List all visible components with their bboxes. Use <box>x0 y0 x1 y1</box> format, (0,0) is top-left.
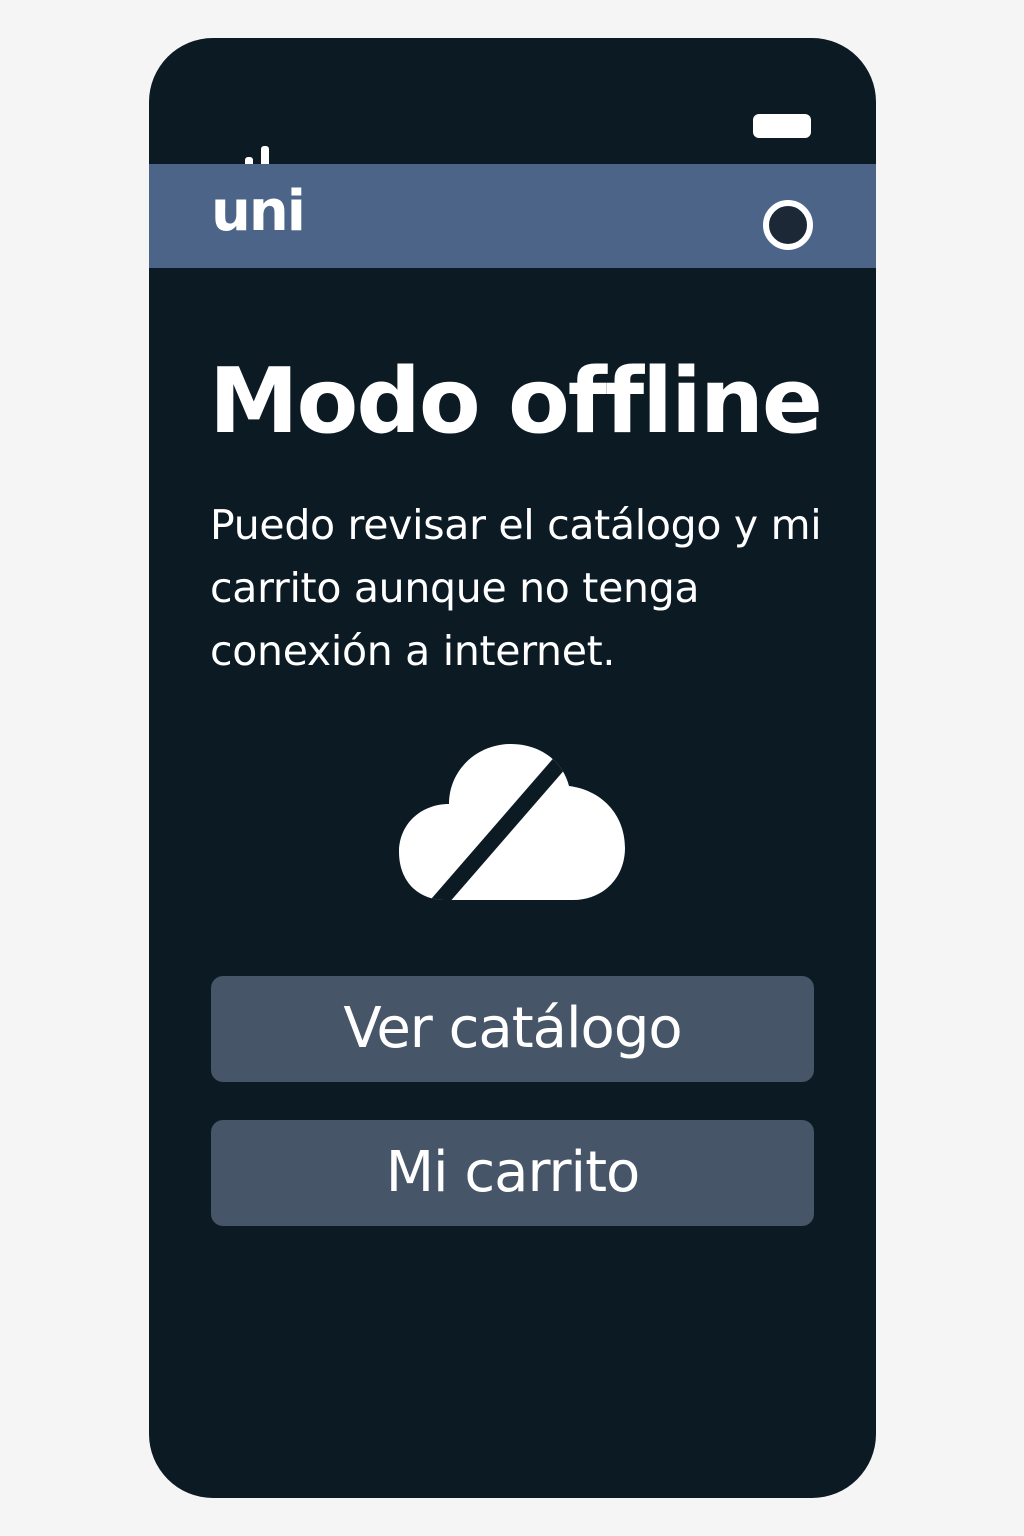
phone-screen: uni Modo offline Puedo revisar el catálo… <box>149 38 876 1498</box>
app-bar: uni <box>149 164 876 268</box>
view-catalog-button[interactable]: Ver catálogo <box>211 976 814 1082</box>
offline-description: Puedo revisar el catálogo y mi carrito a… <box>210 501 822 675</box>
app-logo[interactable]: uni <box>211 178 306 245</box>
cloud-off-icon <box>399 744 625 900</box>
status-bar <box>149 38 876 182</box>
page-title: Modo offline <box>209 349 823 454</box>
battery-icon <box>753 114 811 138</box>
my-cart-button[interactable]: Mi carrito <box>211 1120 814 1226</box>
profile-circle-icon[interactable] <box>763 200 813 250</box>
